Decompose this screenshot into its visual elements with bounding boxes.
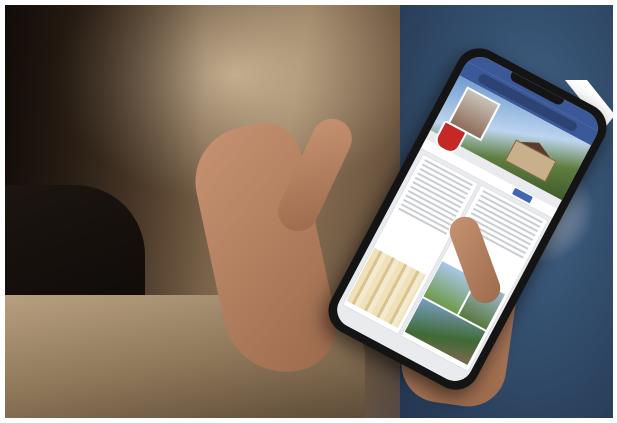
photo-scene (5, 5, 613, 418)
